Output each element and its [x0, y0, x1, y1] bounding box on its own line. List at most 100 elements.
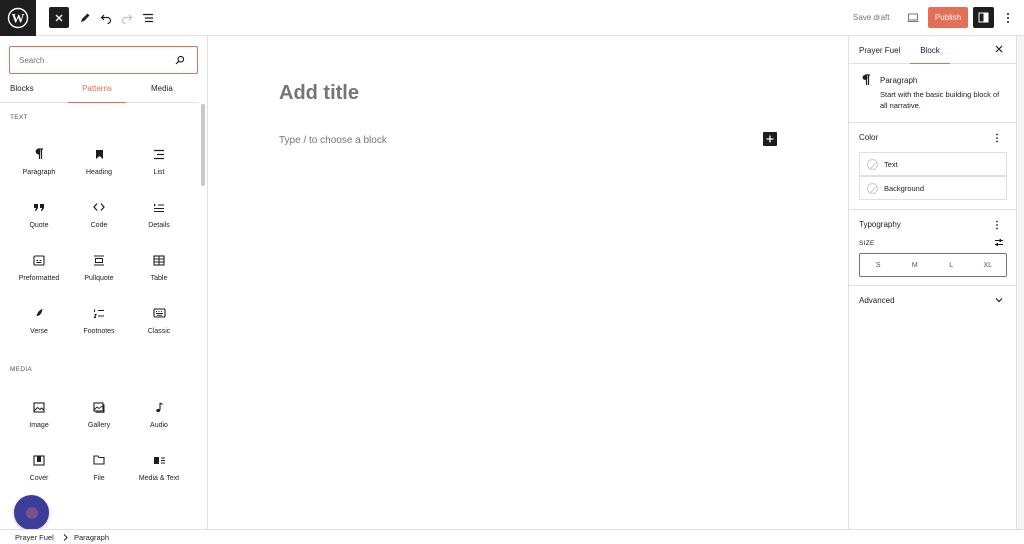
block-media-text[interactable]: Media & Text: [129, 448, 189, 496]
post-title-placeholder[interactable]: Add title: [279, 82, 359, 105]
breadcrumb: Prayer Fuel Paragraph: [0, 529, 1024, 544]
color-panel-title: Color: [859, 133, 879, 142]
help-chat-button[interactable]: [14, 495, 49, 530]
keyboard-icon: [152, 303, 166, 323]
size-option-s[interactable]: S: [860, 254, 897, 276]
inserter-tabs: Blocks Patterns Media: [0, 80, 198, 103]
verse-icon: [34, 303, 44, 323]
block-heading[interactable]: Heading: [69, 142, 129, 190]
undo-button[interactable]: [96, 8, 116, 28]
typography-options-icon[interactable]: [995, 220, 999, 230]
paragraph-icon: [34, 144, 44, 164]
block-file[interactable]: File: [69, 448, 129, 496]
preformatted-icon: [33, 250, 45, 270]
code-icon: [93, 197, 105, 217]
block-code[interactable]: Code: [69, 195, 129, 243]
block-pullquote[interactable]: Pullquote: [69, 248, 129, 296]
typography-panel-title: Typography: [859, 220, 901, 229]
more-options-icon[interactable]: [998, 8, 1018, 28]
paragraph-icon: [861, 74, 871, 86]
settings-sidebar: Prayer Fuel Block Paragraph Start with t…: [848, 36, 1017, 529]
color-options-icon[interactable]: [995, 133, 999, 143]
inserter-scrollbar[interactable]: [201, 104, 205, 186]
inserter-search[interactable]: [9, 46, 198, 74]
edit-tools-button[interactable]: [75, 8, 95, 28]
gallery-icon: [93, 397, 105, 417]
media-text-icon: [153, 450, 166, 470]
chevron-right-icon: [63, 534, 68, 541]
category-title-text: TEXT: [10, 114, 28, 121]
chevron-down-icon: [995, 297, 1003, 303]
save-draft-button[interactable]: Save draft: [853, 13, 889, 22]
block-verse[interactable]: Verse: [9, 301, 69, 349]
empty-color-swatch-icon: [867, 158, 878, 170]
block-footnotes[interactable]: Footnotes: [69, 301, 129, 349]
block-classic[interactable]: Classic: [129, 301, 189, 349]
block-paragraph[interactable]: Paragraph: [9, 142, 69, 190]
document-overview-button[interactable]: [138, 8, 158, 28]
tab-media[interactable]: Media: [151, 80, 173, 103]
text-color-option[interactable]: Text: [859, 152, 1007, 176]
block-cover[interactable]: Cover: [9, 448, 69, 496]
search-icon[interactable]: [175, 55, 185, 65]
footnotes-icon: [93, 303, 105, 323]
publish-button[interactable]: Publish: [928, 7, 968, 28]
pullquote-icon: [93, 250, 105, 270]
tab-patterns[interactable]: Patterns: [68, 80, 126, 103]
category-title-media: MEDIA: [10, 366, 33, 373]
add-block-button[interactable]: [763, 132, 777, 146]
top-toolbar: W Save draft Publish: [0, 0, 1024, 36]
advanced-panel-title: Advanced: [859, 296, 895, 305]
image-icon: [33, 397, 45, 417]
sidebar-scrollbar[interactable]: [1016, 36, 1024, 529]
sidebar-tabs: Prayer Fuel Block: [849, 36, 1017, 64]
tab-blocks[interactable]: Blocks: [10, 80, 34, 103]
block-card-title: Paragraph: [880, 76, 918, 85]
tab-block[interactable]: Block: [910, 36, 950, 64]
custom-size-icon[interactable]: [994, 238, 1004, 247]
breadcrumb-item-paragraph[interactable]: Paragraph: [74, 533, 109, 542]
details-icon: [153, 197, 165, 217]
size-option-m[interactable]: M: [897, 254, 934, 276]
typography-panel: Typography SIZE S M L XL: [849, 210, 1017, 286]
audio-icon: [155, 397, 164, 417]
settings-toggle-button[interactable]: [973, 7, 994, 28]
list-icon: [153, 144, 165, 164]
block-gallery[interactable]: Gallery: [69, 395, 129, 443]
block-audio[interactable]: Audio: [129, 395, 189, 443]
wordpress-logo-icon[interactable]: W: [0, 0, 36, 36]
tab-prayer-fuel[interactable]: Prayer Fuel: [859, 36, 900, 64]
block-preformatted[interactable]: Preformatted: [9, 248, 69, 296]
close-sidebar-icon[interactable]: [995, 45, 1003, 53]
close-inserter-button[interactable]: [49, 7, 69, 28]
preview-icon[interactable]: [903, 8, 923, 28]
empty-color-swatch-icon: [867, 182, 878, 194]
breadcrumb-item-document[interactable]: Prayer Fuel: [15, 533, 54, 542]
block-list[interactable]: List: [129, 142, 189, 190]
cover-icon: [33, 450, 45, 470]
table-icon: [153, 250, 165, 270]
advanced-panel[interactable]: Advanced: [849, 286, 1017, 314]
block-quote[interactable]: Quote: [9, 195, 69, 243]
search-input[interactable]: [10, 47, 160, 73]
block-card: Paragraph Start with the basic building …: [849, 65, 1017, 123]
font-size-picker: S M L XL: [859, 253, 1007, 277]
size-option-xl[interactable]: XL: [970, 254, 1007, 276]
file-icon: [93, 450, 105, 470]
redo-button[interactable]: [117, 8, 137, 28]
block-table[interactable]: Table: [129, 248, 189, 296]
block-image[interactable]: Image: [9, 395, 69, 443]
color-panel: Color Text Background: [849, 123, 1017, 210]
paragraph-placeholder[interactable]: Type / to choose a block: [279, 135, 387, 146]
block-inserter-panel: Blocks Patterns Media TEXT Paragraph Hea…: [0, 36, 208, 529]
size-option-l[interactable]: L: [933, 254, 970, 276]
heading-icon: [95, 144, 104, 164]
size-label: SIZE: [859, 240, 875, 247]
chat-bubble-icon: [25, 506, 38, 519]
editor-canvas[interactable]: Add title Type / to choose a block: [208, 36, 848, 529]
svg-text:W: W: [12, 11, 25, 26]
quote-icon: [33, 197, 45, 217]
block-card-description: Start with the basic building block of a…: [880, 90, 1000, 110]
background-color-option[interactable]: Background: [859, 176, 1007, 200]
block-details[interactable]: Details: [129, 195, 189, 243]
